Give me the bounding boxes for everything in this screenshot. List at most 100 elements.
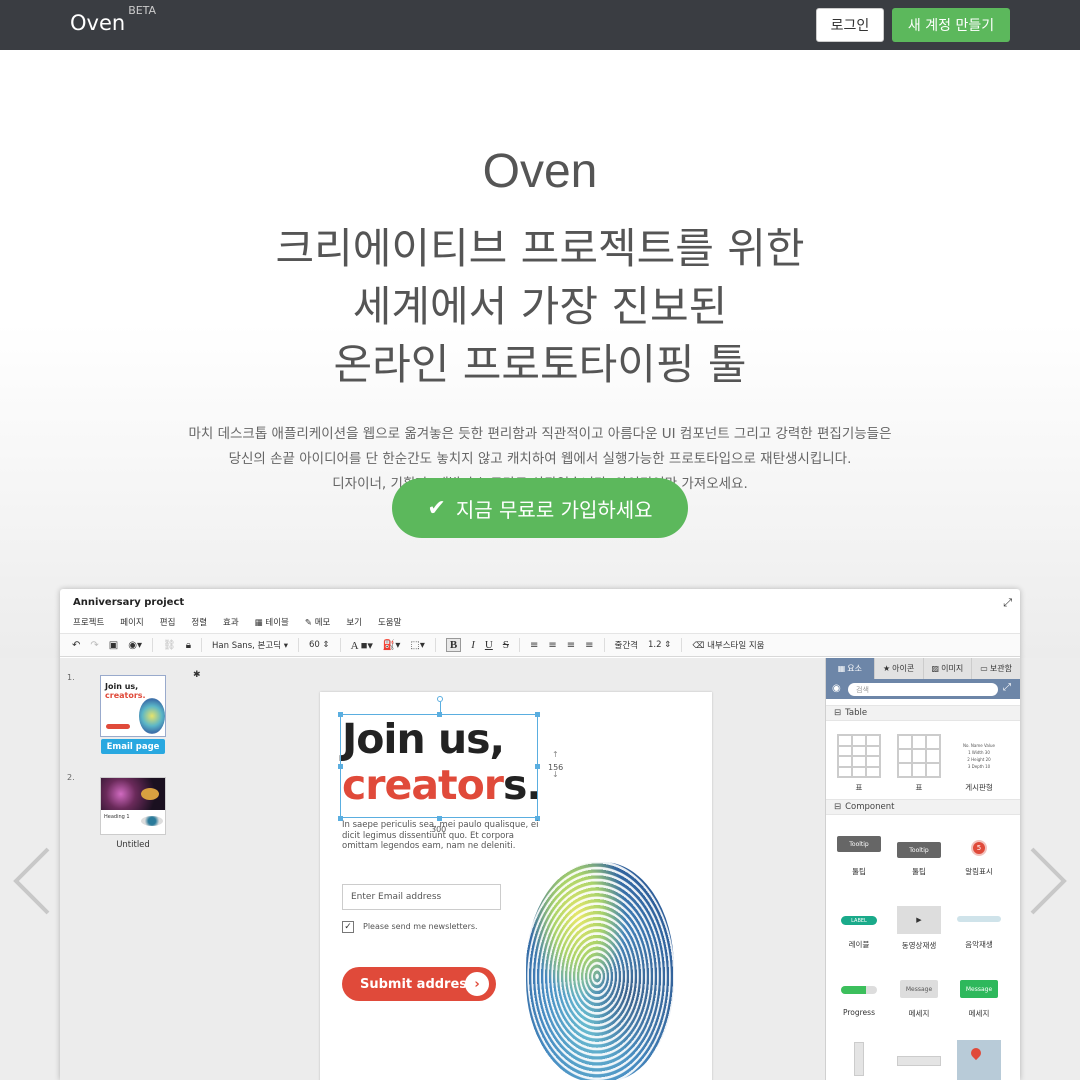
- align-center-icon[interactable]: ≡: [548, 640, 556, 651]
- vertical-scrollbar-preview: [854, 1042, 864, 1076]
- document-page[interactable]: Join us, creators. ↑ 156 ↓ 300 In saepe …: [320, 692, 712, 1080]
- table-item[interactable]: No. Name Value 1 Width 30 2 Height 20 3 …: [949, 734, 1009, 793]
- page-label[interactable]: Untitled: [100, 840, 166, 850]
- page-label-active[interactable]: Email page: [101, 739, 165, 754]
- clear-style-button[interactable]: ⌫ 내부스타일 지움: [692, 639, 764, 651]
- component-item[interactable]: LABEL 레이블: [829, 916, 889, 950]
- app-menubar: 프로젝트 페이지 편집 정렬 효과 ▦ 테이블 ✎ 메모 보기 도움말: [73, 616, 401, 628]
- undo-icon[interactable]: ↶: [72, 640, 80, 651]
- brand-name: Oven: [70, 11, 126, 35]
- carousel-prev-icon[interactable]: [12, 845, 52, 917]
- progress-preview: [841, 986, 877, 994]
- component-item[interactable]: Progress: [829, 986, 889, 1017]
- component-item[interactable]: [949, 1040, 1009, 1080]
- page-number: 2.: [67, 773, 75, 782]
- font-family-select[interactable]: Han Sans, 본고딕 ▾: [212, 639, 288, 651]
- menu-page[interactable]: 페이지: [120, 616, 143, 628]
- menu-align[interactable]: 정렬: [191, 616, 207, 628]
- expand-icon[interactable]: ⤢: [1003, 682, 1011, 693]
- resize-handle[interactable]: [535, 764, 540, 769]
- star-icon: ★: [882, 664, 891, 673]
- toolbar-divider: [339, 638, 341, 652]
- selection-box[interactable]: [340, 714, 538, 818]
- component-item[interactable]: [829, 1042, 889, 1076]
- component-item[interactable]: Tooltip 툴팁: [829, 836, 889, 877]
- fingerprint-image[interactable]: [526, 862, 674, 1080]
- toolbar-divider: [518, 638, 520, 652]
- newsletter-checkbox[interactable]: ✓: [342, 921, 354, 933]
- component-label: 툴팁: [852, 867, 866, 876]
- table-item[interactable]: 표: [829, 734, 889, 793]
- signup-cta-button[interactable]: ✔ 지금 무료로 가입하세요: [392, 478, 688, 538]
- signup-button[interactable]: 새 계정 만들기: [892, 8, 1010, 42]
- component-label: 메세지: [908, 1009, 930, 1018]
- page-thumbnail[interactable]: Join us, creators.: [100, 675, 166, 737]
- storage-icon: ▭: [980, 664, 988, 673]
- align-left-icon[interactable]: ≡: [530, 640, 538, 651]
- component-item[interactable]: Message 메세지: [949, 980, 1009, 1019]
- bold-button[interactable]: B: [445, 638, 462, 652]
- tab-elements[interactable]: ▦ 요소: [826, 658, 875, 679]
- save-icon[interactable]: ▣: [109, 640, 118, 651]
- section-table-label: Table: [845, 708, 868, 718]
- component-item[interactable]: 5 알림표시: [949, 840, 1009, 877]
- component-item[interactable]: Tooltip 툴팁: [889, 842, 949, 877]
- collapse-icon: ⊟: [834, 802, 842, 812]
- email-input[interactable]: Enter Email address: [342, 884, 501, 910]
- panel-search-input[interactable]: 검색: [848, 683, 998, 696]
- align-right-icon[interactable]: ≡: [567, 640, 575, 651]
- page-thumbnail[interactable]: Heading 1: [100, 777, 166, 835]
- submit-button[interactable]: Submit address ›: [342, 967, 496, 1001]
- menu-project[interactable]: 프로젝트: [73, 616, 104, 628]
- table-item[interactable]: 표: [889, 734, 949, 793]
- menu-memo[interactable]: ✎ 메모: [305, 616, 330, 628]
- menu-edit[interactable]: 편집: [160, 616, 176, 628]
- asterisk-icon: ✱: [193, 670, 201, 680]
- resize-handle[interactable]: [437, 712, 442, 717]
- font-size-stepper[interactable]: 60 ⇕: [309, 640, 330, 650]
- paint-icon[interactable]: ⛽▾: [383, 640, 400, 651]
- arrow-right-icon: ›: [465, 972, 489, 996]
- tab-storage[interactable]: ▭ 보관함: [972, 658, 1020, 679]
- tab-images[interactable]: ▨ 이미지: [924, 658, 973, 679]
- menu-view[interactable]: 보기: [346, 616, 362, 628]
- carousel-next-icon[interactable]: [1028, 845, 1068, 917]
- border-icon[interactable]: ⬚▾: [410, 640, 424, 651]
- editor-canvas[interactable]: ✱ Join us, creators. ↑ 156 ↓ 300 In saep…: [180, 658, 825, 1080]
- component-item[interactable]: Message 메세지: [889, 980, 949, 1019]
- hero-desc-line: 당신의 손끝 아이디어를 단 한순간도 놓치지 않고 캐치하여 웹에서 실행가능…: [228, 451, 852, 467]
- underline-button[interactable]: U: [485, 639, 493, 651]
- tab-icons[interactable]: ★ 아이콘: [875, 658, 924, 679]
- redo-icon[interactable]: ↷: [90, 640, 98, 651]
- component-item[interactable]: ▶ 동영상재생: [889, 906, 949, 951]
- menu-effects[interactable]: 효과: [223, 616, 239, 628]
- component-item[interactable]: [889, 1056, 949, 1066]
- eye-icon[interactable]: ◉: [832, 683, 841, 694]
- italic-button[interactable]: I: [471, 639, 475, 651]
- image-icon: ▨: [931, 664, 940, 673]
- section-table-header[interactable]: ⊟ Table: [826, 705, 1020, 721]
- resize-handle[interactable]: [338, 712, 343, 717]
- font-color-button[interactable]: A ■▾: [351, 639, 373, 652]
- expand-icon[interactable]: ⤢: [1003, 596, 1012, 610]
- brand-logo[interactable]: OvenBETA: [70, 4, 156, 35]
- align-justify-icon[interactable]: ≡: [585, 640, 593, 651]
- clear-style-label: 내부스타일 지움: [707, 641, 765, 651]
- login-button[interactable]: 로그인: [816, 8, 884, 42]
- resize-handle[interactable]: [535, 712, 540, 717]
- tab-images-label: 이미지: [941, 664, 964, 673]
- lock-icon[interactable]: 🔒︎: [186, 640, 191, 651]
- app-screenshot-window: Anniversary project ⤢ 프로젝트 페이지 편집 정렬 효과 …: [60, 589, 1020, 1080]
- resize-handle[interactable]: [338, 764, 343, 769]
- component-label: 레이블: [848, 940, 870, 949]
- line-spacing-stepper[interactable]: 1.2 ⇕: [648, 640, 671, 650]
- section-component-header[interactable]: ⊟ Component: [826, 799, 1020, 815]
- menu-table[interactable]: ▦ 테이블: [255, 616, 289, 628]
- strikethrough-button[interactable]: S: [503, 639, 509, 651]
- preview-icon[interactable]: ◉▾: [128, 640, 142, 651]
- link-icon[interactable]: ⛓: [163, 640, 176, 651]
- body-text[interactable]: In saepe periculis sea, mei paulo qualis…: [342, 820, 547, 852]
- thumb-eye-image: [141, 816, 163, 826]
- component-item[interactable]: 음악재생: [949, 916, 1009, 950]
- menu-help[interactable]: 도움말: [378, 616, 401, 628]
